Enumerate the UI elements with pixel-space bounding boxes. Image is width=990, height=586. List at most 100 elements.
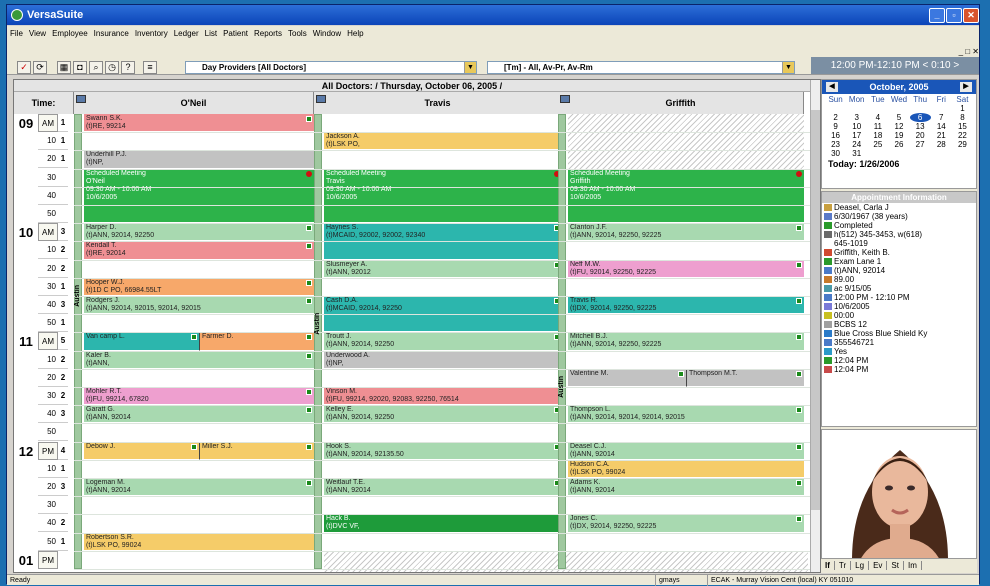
next-month-button[interactable]: ▶ [960, 82, 972, 92]
calendar-day[interactable]: 22 [952, 131, 973, 140]
vertical-scrollbar[interactable] [810, 80, 820, 572]
menu-item-list[interactable]: List [202, 29, 220, 38]
calendar-day[interactable]: 3 [846, 113, 867, 122]
appointment-block[interactable]: Valentine M. [568, 368, 686, 387]
appointment-block[interactable]: Rodgers J. (t)ANN, 92014, 92015, 92014, 9… [84, 296, 314, 315]
tab-im[interactable]: Im [903, 561, 922, 570]
appointment-block[interactable]: Kelley E. (t)ANN, 92014, 92250 [324, 405, 562, 424]
calendar-day[interactable]: 23 [825, 140, 846, 149]
menu-item-window[interactable]: Window [310, 29, 344, 38]
appointment-block[interactable]: Jones C. (t)DX, 92014, 92250, 92225 [568, 514, 804, 533]
list-icon[interactable]: ≡ [143, 61, 157, 74]
calendar-icon[interactable] [76, 95, 86, 103]
appointment-block[interactable]: Hack B. (t)DVC VF, [324, 514, 562, 533]
appointment-block[interactable]: Garatt G. (t)ANN, 92014 [84, 405, 314, 424]
refresh-icon[interactable]: ⟳ [33, 61, 47, 74]
appointment-block[interactable]: Weitlauf T.E. (t)ANN, 92014 [324, 478, 562, 497]
today-link[interactable]: Today: 1/26/2006 [822, 159, 976, 169]
calendar-day[interactable]: 19 [888, 131, 909, 140]
calendar-day[interactable]: 15 [952, 122, 973, 131]
calendar-day[interactable]: 6 [909, 113, 931, 122]
calendar-day[interactable]: 14 [931, 122, 952, 131]
menu-item-inventory[interactable]: Inventory [132, 29, 171, 38]
menu-item-ledger[interactable]: Ledger [171, 29, 202, 38]
provider-select[interactable]: Day Providers [All Doctors] ▼ [185, 61, 477, 74]
menu-item-view[interactable]: View [26, 29, 49, 38]
time-filter-select[interactable]: [Tm] - All, Av-Pr, Av-Rm ▼ [487, 61, 795, 74]
check-icon[interactable]: ✓ [17, 61, 31, 74]
calendar-day[interactable]: 4 [867, 113, 888, 122]
appointment-block[interactable]: Scheduled Meeting Travis 09:30 AM - 10:00 … [324, 168, 562, 224]
appointment-block[interactable]: Neff M.W. (t)FU, 92014, 92250, 92225 [568, 259, 804, 278]
chevron-down-icon[interactable]: ▼ [782, 62, 794, 73]
calendar-day[interactable]: 30 [825, 149, 846, 158]
mdi-controls[interactable]: _ □ ✕ [805, 47, 979, 57]
camera-icon[interactable]: ◘ [73, 61, 87, 74]
menu-item-employee[interactable]: Employee [49, 29, 91, 38]
menu-item-file[interactable]: File [7, 29, 26, 38]
tab-tr[interactable]: Tr [834, 561, 852, 570]
appointment-block[interactable]: Jackson A. (t)LSK PO, [324, 132, 562, 151]
clock-icon[interactable]: ◷ [105, 61, 119, 74]
appointment-block[interactable]: Hooper W.J. (t)1D C PO, 66984.55LT [84, 277, 314, 296]
calendar-day[interactable]: 13 [910, 122, 931, 131]
menu-item-reports[interactable]: Reports [251, 29, 285, 38]
appointment-block[interactable]: Thompson L. (t)ANN, 92014, 92014, 92014, … [568, 405, 804, 424]
calendar-day[interactable]: 10 [846, 122, 867, 131]
appointment-block[interactable]: Thompson M.T. [686, 368, 804, 387]
appointment-block[interactable]: Hudson C.A. (t)LSK PO, 99024 [568, 459, 804, 478]
minimize-button[interactable]: _ [929, 8, 945, 23]
help-icon[interactable]: ? [121, 61, 135, 74]
calendar-day[interactable]: 16 [825, 131, 846, 140]
appointment-block[interactable]: Scheduled Meeting Griffith 09:30 AM - 10:0… [568, 168, 804, 224]
calendar-day[interactable]: 24 [846, 140, 867, 149]
prev-month-button[interactable]: ◀ [826, 82, 838, 92]
calendar-day[interactable]: 21 [931, 131, 952, 140]
appointment-block[interactable]: Kendall T. (t)RE, 92014 [84, 241, 314, 260]
appointment-block[interactable]: Robertson S.R. (t)LSK PO, 99024 [84, 532, 314, 551]
appointment-block[interactable]: Clanton J.F. (t)ANN, 92014, 92250, 92225 [568, 223, 804, 242]
calendar-day[interactable]: 9 [825, 122, 846, 131]
calendar-day[interactable]: 25 [867, 140, 888, 149]
appointment-block[interactable]: Vinson M. (t)FU, 99214, 92020, 92083, 922… [324, 387, 562, 406]
menu-item-patient[interactable]: Patient [220, 29, 251, 38]
appointment-block[interactable]: Slusmeyer A. (t)ANN, 92012 [324, 259, 562, 278]
calendar-day[interactable]: 29 [952, 140, 973, 149]
calendar-day[interactable]: 26 [888, 140, 909, 149]
calendar-day[interactable]: 20 [910, 131, 931, 140]
calendar-day[interactable]: 27 [910, 140, 931, 149]
search-icon[interactable]: ⌕ [89, 61, 103, 74]
appointment-block[interactable]: Travis R. (t)DX, 92014, 92250, 92225 [568, 296, 804, 315]
scroll-thumb[interactable] [811, 110, 820, 510]
appointment-block[interactable]: Troutt J. (t)ANN, 92014, 92250 [324, 332, 562, 351]
tab-if[interactable]: If [821, 561, 835, 570]
calendar-day[interactable]: 17 [846, 131, 867, 140]
appointment-block[interactable]: Miller S.J. [199, 441, 314, 460]
appointment-block[interactable]: Farmer D. [199, 332, 314, 351]
appointment-block[interactable]: Mitchell B.J. (t)ANN, 92014, 92250, 92225 [568, 332, 804, 351]
appointment-block[interactable]: Deasel C.J. (t)ANN, 92014 [568, 441, 804, 460]
close-button[interactable]: ✕ [963, 8, 979, 23]
grid-icon[interactable]: ▦ [57, 61, 71, 74]
calendar-icon[interactable] [560, 95, 570, 103]
calendar-day[interactable]: 8 [952, 113, 973, 122]
menu-item-insurance[interactable]: Insurance [91, 29, 132, 38]
menu-item-tools[interactable]: Tools [285, 29, 310, 38]
calendar-day[interactable]: 5 [888, 113, 909, 122]
appointment-block[interactable]: Mohler R.T. (t)FU, 99214, 67820 [84, 387, 314, 406]
calendar-day[interactable]: 28 [931, 140, 952, 149]
calendar-day[interactable]: 12 [888, 122, 909, 131]
menu-item-help[interactable]: Help [344, 29, 366, 38]
calendar-day[interactable]: 7 [931, 113, 952, 122]
tab-lg[interactable]: Lg [851, 561, 870, 570]
appointment-block[interactable]: Underwood A. (t)NP, [324, 350, 562, 369]
calendar-day[interactable]: 18 [867, 131, 888, 140]
calendar-day[interactable]: 11 [867, 122, 888, 131]
calendar-day[interactable]: 31 [846, 149, 867, 158]
appointment-block[interactable]: Underhill P.J. (t)NP, [84, 150, 314, 169]
tab-ev[interactable]: Ev [869, 561, 888, 570]
appointment-block[interactable]: Swann S.K. (t)RE, 99214 [84, 114, 314, 133]
calendar-icon[interactable] [316, 95, 326, 103]
appointment-block[interactable]: Van camp L. [84, 332, 199, 351]
calendar-day[interactable]: 2 [825, 113, 846, 122]
